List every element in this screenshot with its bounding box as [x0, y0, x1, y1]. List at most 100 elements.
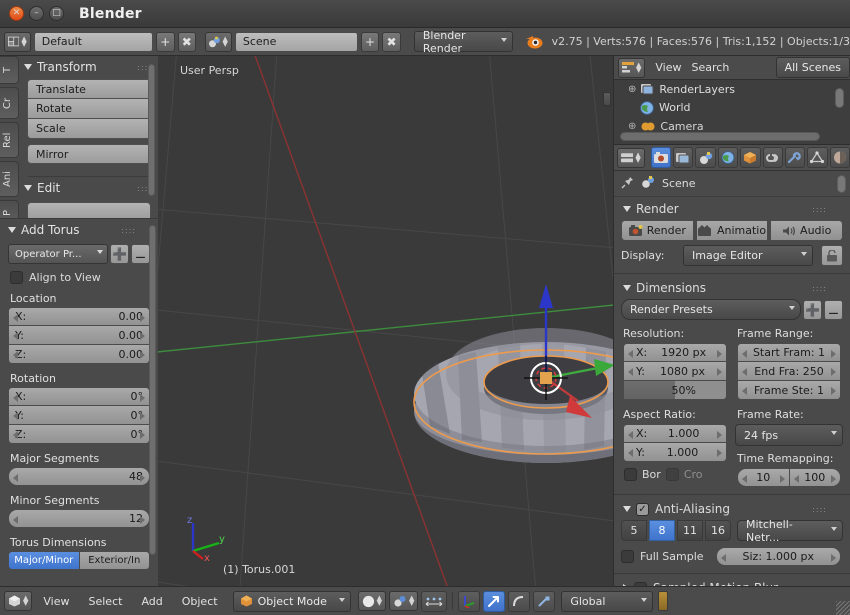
properties-tab-world[interactable] — [717, 147, 739, 168]
render-presets-select[interactable]: Render Presets — [621, 299, 801, 320]
render-image-button[interactable]: Render — [621, 220, 694, 241]
toolshelf-tab-create[interactable]: Cr — [0, 87, 19, 119]
manipulator-toggle-button[interactable] — [458, 590, 481, 612]
full-sample-checkbox[interactable] — [621, 550, 634, 563]
major-minor-toggle[interactable]: Major/Minor — [8, 551, 80, 570]
close-icon[interactable]: ✕ — [9, 6, 24, 21]
toolshelf-scrollbar[interactable] — [148, 64, 155, 196]
render-panel-header[interactable]: Render :::: — [621, 197, 843, 220]
viewport-editor-type-icon[interactable]: ▲ ▼ — [4, 591, 33, 611]
location-y-field[interactable]: Y: 0.00 — [8, 326, 150, 345]
increment-icon[interactable] — [831, 368, 836, 376]
properties-editor-type-icon[interactable]: ▲ ▼ — [617, 147, 645, 168]
aspect-x-field[interactable]: X: 1.000 — [623, 424, 727, 443]
chevron-updown-icon[interactable]: ▲ ▼ — [23, 595, 28, 607]
increment-icon[interactable] — [831, 350, 836, 358]
rotate-manipulator-button[interactable] — [508, 590, 531, 612]
viewport-shading-select[interactable]: ▲ ▼ — [357, 591, 386, 611]
add-screen-layout-button[interactable]: + — [155, 31, 175, 52]
increment-icon[interactable] — [140, 351, 145, 359]
rotation-y-field[interactable]: Y: 0° — [8, 406, 150, 425]
outliner-menu-search[interactable]: Search — [692, 61, 730, 74]
increment-icon[interactable] — [140, 516, 145, 524]
aa-samples-11[interactable]: 11 — [677, 520, 703, 541]
aa-samples-5[interactable]: 5 — [621, 520, 647, 541]
decrement-icon[interactable] — [720, 554, 726, 562]
decrement-icon[interactable] — [793, 475, 799, 483]
aa-filter-select[interactable]: Mitchell-Netr... — [737, 518, 843, 544]
increment-icon[interactable] — [831, 475, 836, 483]
chevron-updown-icon[interactable]: ▲ ▼ — [409, 595, 414, 607]
increment-icon[interactable] — [717, 449, 722, 457]
decrement-icon[interactable] — [13, 394, 18, 402]
antialiasing-checkbox[interactable]: ✓ — [636, 502, 649, 516]
decrement-icon[interactable] — [13, 474, 18, 482]
decrement-icon[interactable] — [742, 350, 747, 358]
frame-rate-select[interactable]: 24 fps — [735, 424, 843, 446]
decrement-icon[interactable] — [742, 475, 747, 483]
increment-icon[interactable] — [140, 412, 145, 420]
decrement-icon[interactable] — [13, 431, 18, 439]
resolution-y-field[interactable]: Y: 1080 px — [623, 362, 727, 381]
chevron-updown-icon[interactable]: ▲ ▼ — [21, 35, 26, 47]
transform-panel-header[interactable]: Transform :::: — [20, 56, 158, 77]
mirror-button[interactable]: Mirror — [27, 144, 151, 164]
toolshelf-tab-tools[interactable]: T — [0, 56, 19, 84]
decrement-icon[interactable] — [13, 412, 18, 420]
decrement-icon[interactable] — [742, 368, 747, 376]
expand-icon[interactable]: ⊕ — [628, 84, 636, 95]
aa-size-field[interactable]: Siz: 1.000 px — [715, 547, 841, 566]
rotate-button[interactable]: Rotate — [27, 99, 151, 119]
increment-icon[interactable] — [140, 332, 145, 340]
aa-samples-8[interactable]: 8 — [649, 520, 675, 541]
properties-scrollbar[interactable] — [837, 174, 846, 193]
expand-icon[interactable]: ⊕ — [628, 121, 636, 132]
increment-icon[interactable] — [717, 431, 722, 439]
minimize-icon[interactable]: – — [29, 6, 44, 21]
outliner-vertical-scrollbar[interactable] — [835, 88, 844, 108]
operator-preset-select[interactable]: Operator Pr... — [8, 244, 108, 264]
increment-icon[interactable] — [140, 394, 145, 402]
menu-view[interactable]: View — [35, 595, 77, 608]
increment-icon[interactable] — [140, 314, 145, 322]
decrement-icon[interactable] — [628, 368, 633, 376]
increment-icon[interactable] — [717, 350, 722, 358]
decrement-icon[interactable] — [628, 431, 633, 439]
edit-panel-header[interactable]: Edit :::: — [20, 177, 158, 198]
rotation-x-field[interactable]: X: 0° — [8, 387, 150, 406]
scene-browse-icon[interactable]: ▲ ▼ — [205, 31, 232, 52]
remove-render-preset-button[interactable]: ⚊ — [824, 299, 843, 320]
properties-tab-data[interactable] — [807, 147, 828, 168]
outliner-editor-type-icon[interactable]: ▲ ▼ — [618, 57, 646, 78]
aa-samples-16[interactable]: 16 — [705, 520, 731, 541]
screen-layout-field[interactable]: Default — [33, 31, 153, 52]
properties-tab-object[interactable] — [740, 147, 761, 168]
3d-viewport[interactable]: User Persp (1) Torus.001 z y x — [158, 56, 613, 586]
end-frame-field[interactable]: End Fra: 250 — [737, 362, 841, 381]
resolution-x-field[interactable]: X: 1920 px — [623, 343, 727, 362]
align-to-view-checkbox[interactable] — [10, 271, 23, 284]
decrement-icon[interactable] — [13, 314, 18, 322]
outliner-item-renderlayers[interactable]: ⊕ RenderLayers — [614, 80, 850, 98]
time-remap-new-field[interactable]: 100 — [789, 468, 841, 487]
properties-tab-scene[interactable] — [695, 147, 716, 168]
crop-checkbox[interactable] — [665, 468, 679, 481]
properties-tab-renderlayers[interactable] — [673, 147, 694, 168]
time-remap-old-field[interactable]: 10 — [737, 468, 790, 487]
render-animation-button[interactable]: Animatio — [696, 220, 769, 241]
decrement-icon[interactable] — [628, 449, 633, 457]
frame-step-field[interactable]: Frame Ste: 1 — [737, 381, 841, 400]
scale-manipulator-button[interactable] — [533, 590, 556, 612]
rotation-z-field[interactable]: Z: 0° — [8, 425, 150, 444]
minor-segments-field[interactable]: 12 — [8, 509, 150, 528]
scale-button[interactable]: Scale — [27, 119, 151, 139]
dimensions-panel-header[interactable]: Dimensions :::: — [621, 276, 843, 299]
display-lock-button[interactable] — [821, 245, 843, 266]
delete-scene-button[interactable]: ✖ — [382, 31, 401, 52]
menu-select[interactable]: Select — [81, 595, 131, 608]
viewport-canvas[interactable] — [158, 56, 613, 586]
viewport-add-widget[interactable] — [603, 92, 611, 106]
increment-icon[interactable] — [779, 475, 785, 483]
location-x-field[interactable]: X: 0.00 — [8, 307, 150, 326]
remove-preset-button[interactable]: ⚊ — [131, 244, 150, 264]
